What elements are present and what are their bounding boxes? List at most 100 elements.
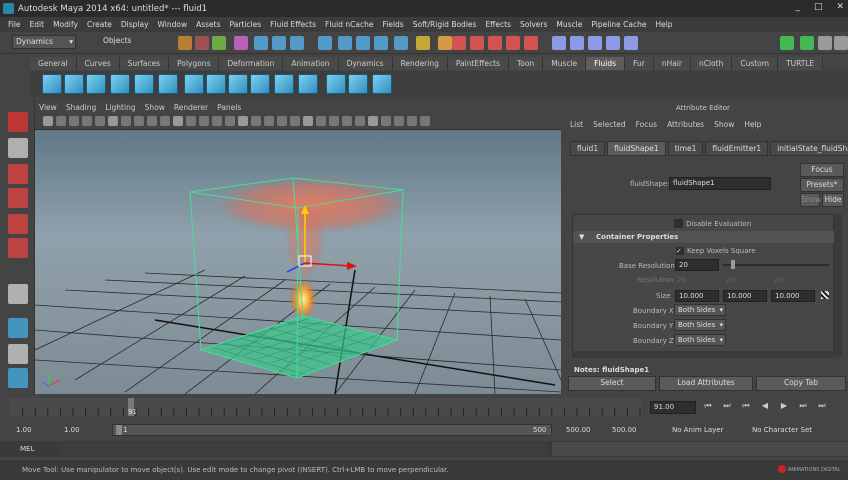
size-map-icon[interactable] bbox=[821, 291, 829, 299]
toolbox-tool-icon[interactable] bbox=[8, 368, 28, 388]
command-input[interactable] bbox=[58, 442, 548, 456]
shelf-tab-polygons[interactable]: Polygons bbox=[169, 57, 220, 70]
menu-assets[interactable]: Assets bbox=[196, 20, 220, 29]
status-tool-icon[interactable] bbox=[524, 36, 538, 50]
shelf-tab-deformation[interactable]: Deformation bbox=[219, 57, 284, 70]
viewport-tool-icon[interactable] bbox=[121, 116, 131, 126]
fluid-shelf-icon[interactable] bbox=[110, 74, 130, 94]
maximize-button[interactable]: □ bbox=[814, 2, 823, 12]
menu-edit[interactable]: Edit bbox=[30, 20, 45, 29]
fluid-shelf-icon[interactable] bbox=[184, 74, 204, 94]
menu-pipeline-cache[interactable]: Pipeline Cache bbox=[591, 20, 646, 29]
fluid-shelf-icon[interactable] bbox=[274, 74, 294, 94]
shelf-tab-dynamics[interactable]: Dynamics bbox=[338, 57, 393, 70]
viewport-tool-icon[interactable] bbox=[368, 116, 378, 126]
range-start-handle[interactable] bbox=[116, 425, 122, 435]
close-button[interactable]: ✕ bbox=[836, 2, 844, 12]
fluid-shelf-icon[interactable] bbox=[86, 74, 106, 94]
status-tool-icon[interactable] bbox=[290, 36, 304, 50]
fluid-shelf-icon[interactable] bbox=[158, 74, 178, 94]
keep-voxels-checkbox[interactable]: ✓ bbox=[676, 247, 684, 255]
viewport-tool-icon[interactable] bbox=[173, 116, 183, 126]
shelf-tab-custom[interactable]: Custom bbox=[732, 57, 779, 70]
menu-display[interactable]: Display bbox=[121, 20, 149, 29]
viewport-tool-icon[interactable] bbox=[290, 116, 300, 126]
viewport-tool-icon[interactable] bbox=[186, 116, 196, 126]
presets-button[interactable]: Presets* bbox=[800, 178, 844, 192]
status-tool-icon[interactable] bbox=[195, 36, 209, 50]
toolbox-tool-icon[interactable] bbox=[8, 344, 28, 364]
playback-end[interactable]: 500.00 bbox=[566, 426, 591, 434]
playback-button-icon[interactable]: ⏭ bbox=[719, 401, 735, 414]
fluid-shelf-icon[interactable] bbox=[64, 74, 84, 94]
status-tool-icon[interactable] bbox=[570, 36, 584, 50]
timeline-track[interactable]: 91 bbox=[10, 398, 642, 416]
shelf-tab-animation[interactable]: Animation bbox=[283, 57, 339, 70]
status-tool-icon[interactable] bbox=[488, 36, 502, 50]
viewport-tool-icon[interactable] bbox=[251, 116, 261, 126]
attr-tab-time1[interactable]: time1 bbox=[667, 141, 704, 156]
status-tool-icon[interactable] bbox=[416, 36, 430, 50]
toolbox-tool-icon[interactable] bbox=[8, 238, 28, 258]
status-tool-icon[interactable] bbox=[452, 36, 466, 50]
end-time[interactable]: 500.00 bbox=[612, 426, 637, 434]
toolbox-tool-icon[interactable] bbox=[8, 214, 28, 234]
status-tool-icon[interactable] bbox=[234, 36, 248, 50]
attr-menu-attributes[interactable]: Attributes bbox=[667, 120, 704, 129]
viewport-tool-icon[interactable] bbox=[95, 116, 105, 126]
attr-scrollbar[interactable] bbox=[834, 214, 842, 356]
boundary-x-dropdown[interactable]: Both Sides ▾ bbox=[674, 304, 726, 316]
status-tool-icon[interactable] bbox=[470, 36, 484, 50]
shelf-tab-toon[interactable]: Toon bbox=[508, 57, 544, 70]
status-tool-icon[interactable] bbox=[178, 36, 192, 50]
playback-button-icon[interactable]: ⏮ bbox=[700, 401, 716, 414]
viewport-scene[interactable] bbox=[34, 130, 562, 395]
toolbox-tool-icon[interactable] bbox=[8, 164, 28, 184]
status-tool-icon[interactable] bbox=[588, 36, 602, 50]
container-props-header[interactable]: ▼ Container Properties bbox=[573, 231, 835, 243]
select-button[interactable]: Select bbox=[568, 376, 656, 391]
status-tool-icon[interactable] bbox=[374, 36, 388, 50]
status-tool-icon[interactable] bbox=[254, 36, 268, 50]
menu-particles[interactable]: Particles bbox=[230, 20, 262, 29]
viewport-tool-icon[interactable] bbox=[69, 116, 79, 126]
base-res-slider[interactable] bbox=[723, 264, 829, 266]
attr-menu-help[interactable]: Help bbox=[744, 120, 761, 129]
current-time-field[interactable]: 91.00 bbox=[650, 401, 696, 414]
status-tool-icon[interactable] bbox=[834, 36, 848, 50]
viewport-menu-lighting[interactable]: Lighting bbox=[105, 102, 135, 114]
status-tool-icon[interactable] bbox=[438, 36, 452, 50]
viewport-menu-shading[interactable]: Shading bbox=[66, 102, 96, 114]
status-tool-icon[interactable] bbox=[356, 36, 370, 50]
status-tool-icon[interactable] bbox=[552, 36, 566, 50]
range-bar[interactable]: 1 500 bbox=[112, 424, 552, 436]
fluid-shelf-icon[interactable] bbox=[228, 74, 248, 94]
attr-menu-list[interactable]: List bbox=[570, 120, 583, 129]
playback-button-icon[interactable]: ◀ bbox=[757, 401, 773, 414]
toolbox-tool-icon[interactable] bbox=[8, 284, 28, 304]
attr-tab-fluidshape1[interactable]: fluidShape1 bbox=[607, 141, 666, 156]
status-tool-icon[interactable] bbox=[272, 36, 286, 50]
viewport-tool-icon[interactable] bbox=[264, 116, 274, 126]
viewport-tool-icon[interactable] bbox=[277, 116, 287, 126]
viewport-menu-panels[interactable]: Panels bbox=[217, 102, 241, 114]
shelf-tab-painteffects[interactable]: PaintEffects bbox=[447, 57, 509, 70]
fluid-shelf-icon[interactable] bbox=[134, 74, 154, 94]
shelf-tab-fluids[interactable]: Fluids bbox=[586, 57, 626, 70]
menu-fluid-ncache[interactable]: Fluid nCache bbox=[325, 20, 373, 29]
minimize-button[interactable]: _ bbox=[795, 2, 800, 12]
menu-modify[interactable]: Modify bbox=[53, 20, 78, 29]
status-tool-icon[interactable] bbox=[818, 36, 832, 50]
show-button[interactable]: Show bbox=[800, 193, 821, 207]
viewport-tool-icon[interactable] bbox=[212, 116, 222, 126]
viewport-menu-view[interactable]: View bbox=[39, 102, 57, 114]
viewport-tool-icon[interactable] bbox=[108, 116, 118, 126]
menu-solvers[interactable]: Solvers bbox=[520, 20, 547, 29]
viewport-tool-icon[interactable] bbox=[56, 116, 66, 126]
fluid-shelf-icon[interactable] bbox=[298, 74, 318, 94]
hide-button[interactable]: Hide bbox=[822, 193, 844, 207]
attr-menu-focus[interactable]: Focus bbox=[636, 120, 657, 129]
shelf-tab-surfaces[interactable]: Surfaces bbox=[119, 57, 170, 70]
toolbox-tool-icon[interactable] bbox=[8, 138, 28, 158]
status-tool-icon[interactable] bbox=[624, 36, 638, 50]
